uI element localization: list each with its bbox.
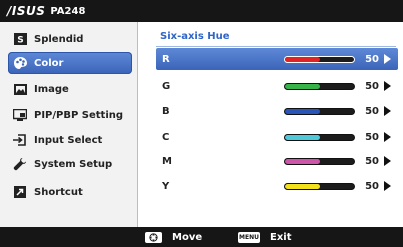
hue-row-r[interactable]: R 50 <box>156 48 398 70</box>
model-name: PA248 <box>50 5 86 17</box>
arrow-right-icon[interactable] <box>384 132 391 142</box>
level-bar[interactable] <box>284 133 355 141</box>
bottom-bar: Move MENU Exit <box>0 227 403 247</box>
level-fill <box>285 134 320 140</box>
hue-row-m[interactable]: M 50 <box>156 150 398 172</box>
exit-label: Exit <box>270 231 292 243</box>
level-fill <box>285 158 320 164</box>
menu-item-label: Image <box>34 83 69 95</box>
menu-item-system-setup[interactable]: System Setup <box>8 153 132 175</box>
wrench-icon <box>12 157 28 171</box>
arrow-right-icon[interactable] <box>384 81 391 91</box>
hue-row-c[interactable]: C 50 <box>156 126 398 148</box>
menu-item-label: PIP/PBP Setting <box>34 109 124 121</box>
asus-logo: /ISUS <box>7 4 46 18</box>
menu-item-shortcut[interactable]: Shortcut <box>8 181 132 203</box>
svg-text:S: S <box>17 36 23 46</box>
exit-hint: MENU Exit <box>238 230 292 244</box>
level-bar[interactable] <box>284 55 355 63</box>
row-value: 50 <box>365 105 379 117</box>
row-value: 50 <box>365 53 379 65</box>
hue-row-y[interactable]: Y 50 <box>156 175 398 197</box>
input-select-icon <box>12 133 28 147</box>
row-label: R <box>162 53 170 65</box>
menu-item-image[interactable]: Image <box>8 78 132 100</box>
shortcut-icon <box>12 185 28 199</box>
pip-icon <box>12 108 28 122</box>
row-value: 50 <box>365 131 379 143</box>
level-fill <box>285 108 320 114</box>
hue-row-g[interactable]: G 50 <box>156 75 398 97</box>
level-fill <box>285 183 320 189</box>
row-label: C <box>162 131 170 143</box>
level-bar[interactable] <box>284 182 355 190</box>
arrow-right-icon[interactable] <box>384 54 391 64</box>
brand: /ISUS PA248 <box>7 4 85 18</box>
level-bar[interactable] <box>284 107 355 115</box>
menu-item-label: Input Select <box>34 134 103 146</box>
row-value: 50 <box>365 155 379 167</box>
row-value: 50 <box>365 80 379 92</box>
row-value: 50 <box>365 180 379 192</box>
row-label: G <box>162 80 171 92</box>
menu-item-label: Shortcut <box>34 186 83 198</box>
menu-item-color[interactable]: Color <box>8 52 132 74</box>
hue-row-b[interactable]: B 50 <box>156 100 398 122</box>
main-menu: S Splendid Color Image PIP/PBP Setting I… <box>0 22 137 227</box>
section-divider <box>156 46 396 47</box>
level-fill <box>285 83 320 89</box>
level-bar[interactable] <box>284 157 355 165</box>
arrow-right-icon[interactable] <box>384 156 391 166</box>
move-label: Move <box>172 231 203 243</box>
arrow-right-icon[interactable] <box>384 106 391 116</box>
settings-panel: Six-axis Hue R 50 G 50 B 50 C 50 M 50 Y … <box>137 22 403 227</box>
image-icon <box>12 82 28 96</box>
osd-window: /ISUS PA248 S Splendid Color Image PIP/P… <box>0 0 403 247</box>
menu-item-pip-pbp[interactable]: PIP/PBP Setting <box>8 104 132 126</box>
menu-item-splendid[interactable]: S Splendid <box>8 28 132 50</box>
menu-item-label: System Setup <box>34 158 113 170</box>
row-label: B <box>162 105 170 117</box>
menu-key-icon: MENU <box>238 231 260 243</box>
dpad-icon <box>145 231 162 243</box>
title-bar: /ISUS PA248 <box>0 0 403 22</box>
menu-item-input-select[interactable]: Input Select <box>8 129 132 151</box>
move-hint: Move <box>145 230 202 244</box>
row-label: M <box>162 155 172 167</box>
row-label: Y <box>162 180 170 192</box>
menu-item-label: Splendid <box>34 33 84 45</box>
arrow-right-icon[interactable] <box>384 181 391 191</box>
level-fill <box>285 56 320 62</box>
level-bar[interactable] <box>284 82 355 90</box>
splendid-icon: S <box>12 32 28 46</box>
section-title: Six-axis Hue <box>160 31 230 42</box>
palette-icon <box>12 56 28 70</box>
menu-item-label: Color <box>34 57 64 69</box>
